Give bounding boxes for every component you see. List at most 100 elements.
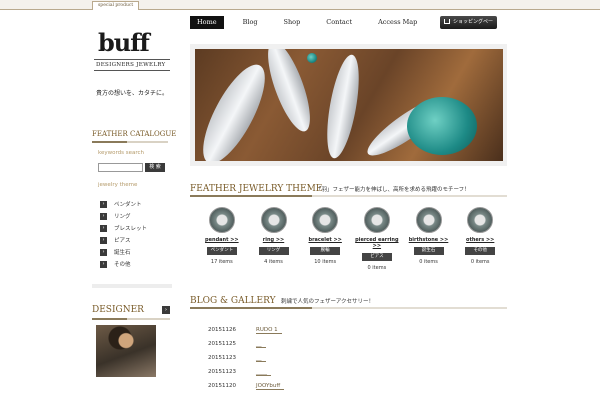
- nav-access-map[interactable]: Access Map: [371, 16, 424, 29]
- theme-tag[interactable]: 腕輪: [310, 247, 341, 255]
- blog-entry: 20151120 JOOYbuff: [208, 379, 498, 393]
- logo-subtitle: DESIGNERS JEWELRY: [96, 62, 166, 68]
- theme-count: 4 items: [264, 259, 283, 265]
- catalogue-title: FEATHER CATALOGUE: [92, 130, 177, 138]
- category-list: › ペンダント › リング › ブレスレット › ピアス › 誕生石 › その他: [100, 198, 170, 270]
- keyword-search-input[interactable]: [98, 163, 143, 172]
- main-nav: Home Blog Shop Contact Access Map: [190, 16, 436, 29]
- blog-entry-link[interactable]: JOOYbuff: [256, 383, 285, 390]
- blog-date: 20151120: [208, 383, 236, 389]
- turquoise-stone: [307, 53, 317, 63]
- theme-item-pierced-earring[interactable]: pierced earring >> ピアス 0 items: [351, 207, 403, 271]
- theme-count: 10 items: [314, 259, 337, 265]
- shopping-page-label: ショッピングページ: [444, 19, 494, 38]
- theme-link[interactable]: others >>: [454, 237, 506, 243]
- designer-rule: [92, 318, 170, 320]
- feather-theme-note: 「羽」フェザー能力を伸ばし、高所を求める飛躍のモチーフ！: [316, 187, 470, 193]
- arrow-right-icon: ›: [100, 260, 107, 268]
- theme-grid: pendant >> ペンダント 17 items ring >> リング 4 …: [196, 207, 506, 271]
- theme-link[interactable]: bracelet >>: [299, 237, 351, 243]
- blog-date: 20151123: [208, 369, 236, 375]
- theme-thumbnail[interactable]: [415, 207, 442, 233]
- theme-tag[interactable]: その他: [465, 247, 496, 255]
- category-item-pendant[interactable]: › ペンダント: [100, 198, 170, 210]
- theme-tag[interactable]: ペンダント: [206, 247, 237, 255]
- sidebar-divider: [92, 284, 172, 288]
- category-label: リング: [114, 214, 131, 220]
- theme-item-pendant[interactable]: pendant >> ペンダント 17 items: [196, 207, 248, 271]
- designer-photo[interactable]: [96, 325, 156, 377]
- category-item-birthstone[interactable]: › 誕生石: [100, 246, 170, 258]
- theme-thumbnail[interactable]: [467, 207, 494, 233]
- category-item-bracelet[interactable]: › ブレスレット: [100, 222, 170, 234]
- theme-thumbnail[interactable]: [312, 207, 339, 233]
- theme-item-ring[interactable]: ring >> リング 4 items: [248, 207, 300, 271]
- blog-list: 20151126 RUDO 1 20151125 __ 20151123 __ …: [208, 323, 498, 393]
- blog-entry-link[interactable]: __: [256, 355, 266, 362]
- feather-shape: [195, 56, 277, 161]
- theme-link[interactable]: pendant >>: [196, 237, 248, 243]
- blog-note: 刺繍で人気のフェザーアクセサリー！: [281, 299, 375, 305]
- theme-count: 17 items: [210, 259, 233, 265]
- category-label: その他: [114, 262, 131, 268]
- cart-icon: [444, 19, 450, 24]
- search-button[interactable]: 検 索: [145, 163, 165, 172]
- tagline: 貴方の想いを、カタチに。: [95, 90, 168, 97]
- theme-link[interactable]: birthstone >>: [403, 237, 455, 243]
- logo[interactable]: buff DESIGNERS JEWELRY: [92, 28, 172, 88]
- theme-thumbnail[interactable]: [208, 207, 235, 233]
- nav-shop[interactable]: Shop: [277, 16, 308, 29]
- special-product-tag[interactable]: special product: [92, 1, 140, 10]
- category-label: ピアス: [114, 238, 131, 244]
- blog-date: 20151126: [208, 327, 236, 333]
- blog-entry-link[interactable]: __: [256, 341, 266, 348]
- theme-count: 0 items: [470, 259, 490, 265]
- logo-divider: [94, 59, 170, 60]
- arrow-right-icon: ›: [100, 212, 107, 220]
- category-item-others[interactable]: › その他: [100, 258, 170, 270]
- theme-count: 0 items: [419, 259, 438, 265]
- hero-image[interactable]: [195, 49, 503, 161]
- theme-item-birthstone[interactable]: birthstone >> 誕生石 0 items: [403, 207, 455, 271]
- designer-title: DESIGNER: [92, 305, 144, 315]
- theme-tag[interactable]: リング: [258, 247, 289, 255]
- category-label: 誕生石: [114, 250, 131, 256]
- theme-item-others[interactable]: others >> その他 0 items: [454, 207, 506, 271]
- blog-date: 20151125: [208, 341, 236, 347]
- feather-theme-title: FEATHER JEWELRY THEME: [190, 184, 323, 194]
- theme-count: 0 items: [367, 265, 387, 271]
- feather-theme-rule: [190, 195, 507, 197]
- blog-entry: 20151123 __: [208, 351, 498, 365]
- logo-divider: [94, 70, 170, 71]
- nav-blog[interactable]: Blog: [236, 16, 265, 29]
- keywords-label: keywords search: [98, 150, 145, 156]
- blog-rule: [190, 307, 507, 309]
- nav-contact[interactable]: Contact: [319, 16, 359, 29]
- arrow-right-icon: ›: [100, 248, 107, 256]
- blog-entry-link[interactable]: RUDO 1: [256, 327, 282, 334]
- arrow-right-icon[interactable]: ›: [162, 306, 170, 314]
- top-bar: [0, 0, 600, 10]
- theme-thumbnail[interactable]: [260, 207, 287, 233]
- blog-entry: 20151126 RUDO 1: [208, 323, 498, 337]
- theme-link[interactable]: pierced earring >>: [351, 237, 403, 249]
- theme-item-bracelet[interactable]: bracelet >> 腕輪 10 items: [299, 207, 351, 271]
- blog-entry-link[interactable]: ____: [256, 369, 271, 376]
- jewelry-theme-label: jewelry theme: [98, 182, 138, 188]
- blog-title: BLOG & GALLERY: [190, 296, 276, 306]
- category-item-pierced[interactable]: › ピアス: [100, 234, 170, 246]
- theme-link[interactable]: ring >>: [248, 237, 300, 243]
- catalogue-rule: [92, 141, 168, 143]
- nav-home[interactable]: Home: [190, 16, 224, 29]
- theme-tag[interactable]: ピアス: [361, 253, 392, 261]
- category-label: ブレスレット: [114, 226, 148, 232]
- arrow-right-icon: ›: [100, 200, 107, 208]
- shopping-page-button[interactable]: ショッピングページ: [440, 16, 497, 38]
- blog-entry: 20151125 __: [208, 337, 498, 351]
- category-item-ring[interactable]: › リング: [100, 210, 170, 222]
- category-label: ペンダント: [114, 202, 142, 208]
- theme-thumbnail[interactable]: [363, 207, 390, 233]
- arrow-right-icon: ›: [100, 236, 107, 244]
- theme-tag[interactable]: 誕生石: [413, 247, 444, 255]
- turquoise-stone: [407, 97, 477, 155]
